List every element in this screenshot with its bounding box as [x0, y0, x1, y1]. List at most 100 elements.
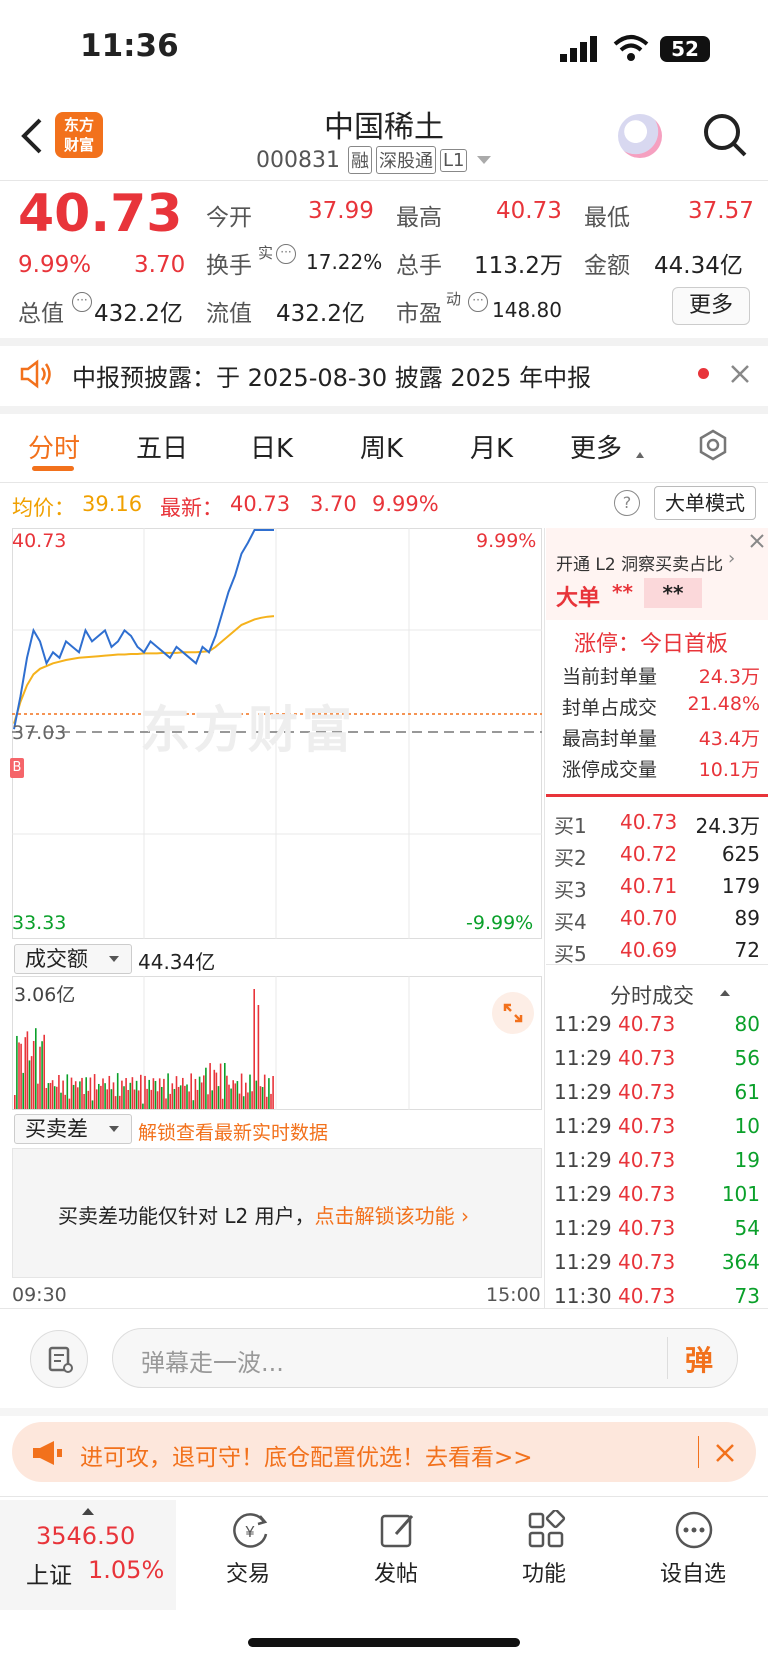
tab-intraday[interactable]: 分时: [28, 428, 80, 465]
nav-post[interactable]: 发帖: [374, 1556, 418, 1588]
turnover-sup: 实: [258, 244, 274, 262]
volume-bar: [188, 1091, 190, 1109]
stock-code-row: 000831 融 深股通 L1: [256, 146, 492, 174]
note-settings-icon[interactable]: [30, 1330, 88, 1388]
volume-bar: [41, 1041, 43, 1109]
volume-bar: [116, 1073, 119, 1109]
limit-row-label: 最高封单量: [562, 728, 658, 750]
tick-price: 40.73: [618, 1046, 676, 1070]
tick-time: 11:29: [554, 1046, 612, 1070]
volume-bar: [240, 1073, 243, 1109]
last-label: 最新：: [160, 496, 223, 520]
info-icon[interactable]: ···: [468, 292, 488, 312]
trade-icon[interactable]: ¥: [230, 1510, 270, 1550]
volume-bar: [62, 1080, 64, 1109]
diff-unlock-action[interactable]: 点击解锁该功能: [315, 1204, 455, 1228]
volume-bar: [58, 1075, 60, 1109]
promo-text[interactable]: 进可攻，退可守！底仓配置优选！去看看>>: [80, 1438, 533, 1472]
more-button[interactable]: 更多: [672, 287, 750, 325]
y-mid-label: 37.03: [12, 722, 67, 744]
function-icon[interactable]: [526, 1508, 566, 1550]
nav-trade[interactable]: 交易: [226, 1556, 270, 1588]
volume-bar: [14, 1095, 16, 1109]
amount-value: 44.34亿: [654, 253, 743, 279]
info-icon[interactable]: ···: [276, 244, 296, 264]
tab-more[interactable]: 更多: [570, 428, 622, 465]
tag-l1: L1: [439, 148, 468, 172]
change-amt: 3.70: [134, 252, 186, 278]
big-order-val2: **: [644, 578, 702, 608]
volume-bar: [32, 1040, 35, 1109]
volume-bar: [98, 1083, 100, 1109]
volume-bar: [236, 1081, 239, 1109]
pct-bot-label: -9.99%: [466, 912, 534, 934]
limit-row-value: 21.48%: [687, 693, 760, 715]
volume-bar: [184, 1085, 186, 1109]
bid-label: 买4: [554, 910, 587, 934]
volume-bar: [18, 1042, 20, 1109]
volume-bar: [217, 1086, 220, 1109]
more-dots-icon[interactable]: [674, 1510, 714, 1550]
close-icon[interactable]: [728, 362, 752, 386]
volume-label: 总手: [396, 253, 442, 279]
help-icon[interactable]: ?: [614, 490, 640, 516]
turnover-label: 换手: [206, 253, 252, 279]
big-order-mode-button[interactable]: 大单模式: [654, 486, 756, 520]
megaphone-icon: [30, 1438, 64, 1468]
tab-5day[interactable]: 五日: [136, 428, 188, 465]
volume-bar: [211, 1090, 213, 1109]
nav-add-watchlist[interactable]: 设自选: [660, 1556, 726, 1588]
danmaku-send-button[interactable]: 弹: [685, 1339, 713, 1379]
volume-bar: [43, 1034, 45, 1109]
diff-select[interactable]: 买卖差: [14, 1114, 132, 1144]
dropdown-icon[interactable]: [477, 156, 492, 164]
close-icon[interactable]: [714, 1442, 736, 1464]
volume-bar: [169, 1093, 171, 1109]
tag-rong: 融: [347, 146, 372, 174]
l2-title[interactable]: 开通 L2 洞察买卖占比: [556, 550, 723, 575]
y-top-label: 40.73: [12, 530, 67, 552]
ticks-title[interactable]: 分时成交: [610, 980, 694, 1010]
volume-bar: [272, 1076, 274, 1109]
volume-bar: [81, 1077, 83, 1109]
tab-daily[interactable]: 日K: [250, 428, 293, 465]
volume-bar: [91, 1100, 94, 1109]
bid-price: 40.71: [620, 874, 678, 898]
tick-volume: 364: [721, 1250, 760, 1274]
index-name: 上证: [26, 1563, 72, 1589]
tab-weekly[interactable]: 周K: [360, 428, 403, 465]
volume-bar: [49, 1082, 52, 1109]
y-bot-label: 33.33: [12, 912, 67, 934]
nav-function[interactable]: 功能: [522, 1556, 566, 1588]
danmaku-input[interactable]: 弹幕走一波... 弹: [112, 1328, 738, 1388]
post-icon[interactable]: [378, 1510, 418, 1550]
volume-bar: [83, 1094, 85, 1109]
tick-time: 11:29: [554, 1250, 612, 1274]
big-order-label: 大单: [556, 586, 601, 611]
search-icon[interactable]: [702, 112, 748, 158]
volume-bar: [158, 1078, 161, 1109]
info-icon[interactable]: ···: [72, 292, 92, 312]
tab-monthly[interactable]: 月K: [470, 428, 513, 465]
expand-icon[interactable]: [492, 992, 534, 1034]
volume-bar: [148, 1079, 150, 1109]
volume-bar: [89, 1077, 92, 1109]
volume-bar: [152, 1078, 155, 1109]
robot-avatar-icon[interactable]: [618, 114, 662, 158]
close-icon[interactable]: [748, 532, 766, 550]
limit-row-label: 封单占成交: [562, 697, 658, 719]
chevron-right-icon: ›: [454, 1204, 469, 1228]
volume-select[interactable]: 成交额: [14, 944, 132, 974]
settings-icon[interactable]: [696, 428, 730, 462]
caret-icon: [109, 956, 119, 962]
volume-value: 113.2万: [474, 253, 563, 279]
volume-bar: [190, 1073, 192, 1109]
tick-time: 11:29: [554, 1012, 612, 1036]
volume-bar: [270, 1093, 272, 1109]
tick-volume: 101: [721, 1182, 760, 1206]
diff-unlock-link[interactable]: 解锁查看最新实时数据: [138, 1118, 328, 1145]
volume-bar: [194, 1078, 197, 1109]
volume-bar: [104, 1083, 106, 1109]
notice-text[interactable]: 中报预披露：于 2025-08-30 披露 2025 年中报: [72, 358, 591, 393]
index-panel[interactable]: [0, 1500, 176, 1610]
